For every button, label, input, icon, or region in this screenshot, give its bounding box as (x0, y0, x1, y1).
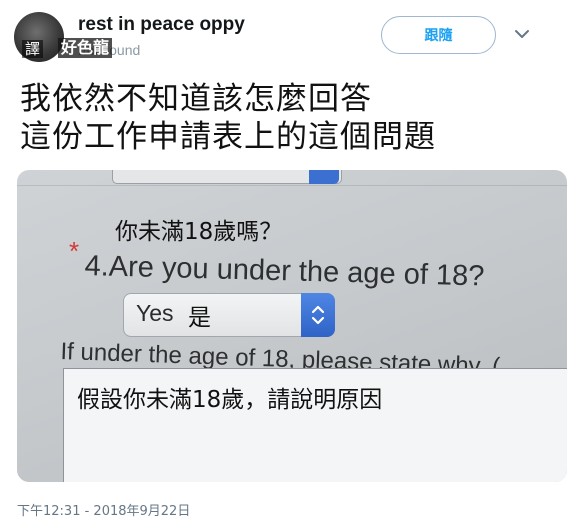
photo-previous-stepper (309, 170, 339, 184)
tweet-line-1: 我依然不知道該怎麼回答 (20, 81, 372, 117)
chevron-down-icon[interactable] (512, 24, 532, 44)
age-select: Yes 是 (123, 293, 335, 337)
translator-badge: 譯 (22, 40, 44, 58)
translation-why: 假設你未滿18歲，請說明原因 (77, 387, 383, 413)
tweet-text: 我依然不知道該怎麼回答 這份工作申請表上的這個問題 (20, 80, 565, 156)
tweet-line-2: 這份工作申請表上的這個問題 (20, 119, 436, 155)
form-question: 4.Are you under the age of 18? (84, 250, 485, 293)
select-value: Yes (136, 300, 174, 326)
photo-previous-select (112, 170, 342, 184)
tweet-timestamp[interactable]: 下午12:31 - 2018年9月22日 (17, 500, 190, 519)
updown-arrows-icon (311, 305, 325, 325)
display-name[interactable]: rest in peace oppy (78, 14, 245, 36)
follow-button[interactable]: 跟隨 (381, 16, 496, 54)
select-translation: 是 (188, 305, 211, 331)
translator-name: 好色龍 (58, 38, 113, 58)
required-asterisk: * (69, 236, 80, 266)
photo-divider (17, 185, 567, 186)
translation-question: 你未滿18歲嗎？ (115, 219, 283, 245)
tweet-header: 譯 rest in peace oppy rthesound 好色龍 跟隨 (0, 0, 582, 66)
attached-photo[interactable]: 你未滿18歲嗎？ * 4.Are you under the age of 18… (17, 170, 567, 482)
stepper-icon (301, 293, 335, 337)
